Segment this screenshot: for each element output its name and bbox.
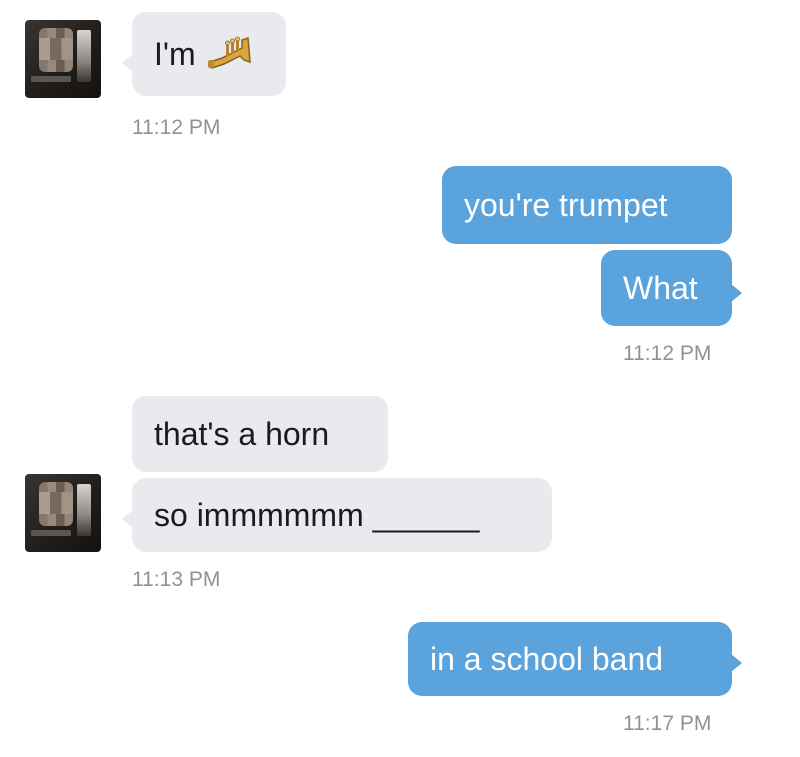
sent-message-bubble[interactable]: in a school band bbox=[408, 622, 742, 696]
received-message-bubble[interactable]: so immmmmm ______ bbox=[122, 478, 552, 552]
sent-message-bubble[interactable]: you're trumpet bbox=[442, 166, 732, 244]
message-text: What bbox=[623, 270, 698, 306]
avatar-shirt bbox=[31, 76, 71, 82]
message-timestamp: 11:17 PM bbox=[623, 712, 712, 735]
message-text: so immmmmm ______ bbox=[154, 497, 480, 533]
avatar-face bbox=[39, 482, 73, 526]
contact-avatar[interactable] bbox=[25, 474, 101, 552]
avatar-shirt bbox=[31, 530, 71, 536]
message-timestamp: 11:13 PM bbox=[132, 568, 221, 591]
avatar-background-light bbox=[77, 30, 91, 82]
message-timestamp: 11:12 PM bbox=[132, 116, 221, 139]
trumpet-icon bbox=[207, 36, 251, 69]
received-message-bubble[interactable]: that's a horn bbox=[132, 396, 388, 472]
contact-avatar[interactable] bbox=[25, 20, 101, 98]
message-thread: I'm 11:12 PM you're trumpet What 11:12 P… bbox=[0, 0, 800, 757]
message-text: I'm bbox=[154, 36, 196, 72]
avatar-background-light bbox=[77, 484, 91, 536]
message-text: that's a horn bbox=[154, 416, 330, 452]
sent-message-bubble[interactable]: What bbox=[601, 250, 742, 326]
message-text: in a school band bbox=[430, 641, 664, 677]
message-timestamp: 11:12 PM bbox=[623, 342, 712, 365]
avatar-face bbox=[39, 28, 73, 72]
received-message-bubble[interactable]: I'm bbox=[122, 12, 286, 96]
message-text: you're trumpet bbox=[464, 187, 668, 223]
